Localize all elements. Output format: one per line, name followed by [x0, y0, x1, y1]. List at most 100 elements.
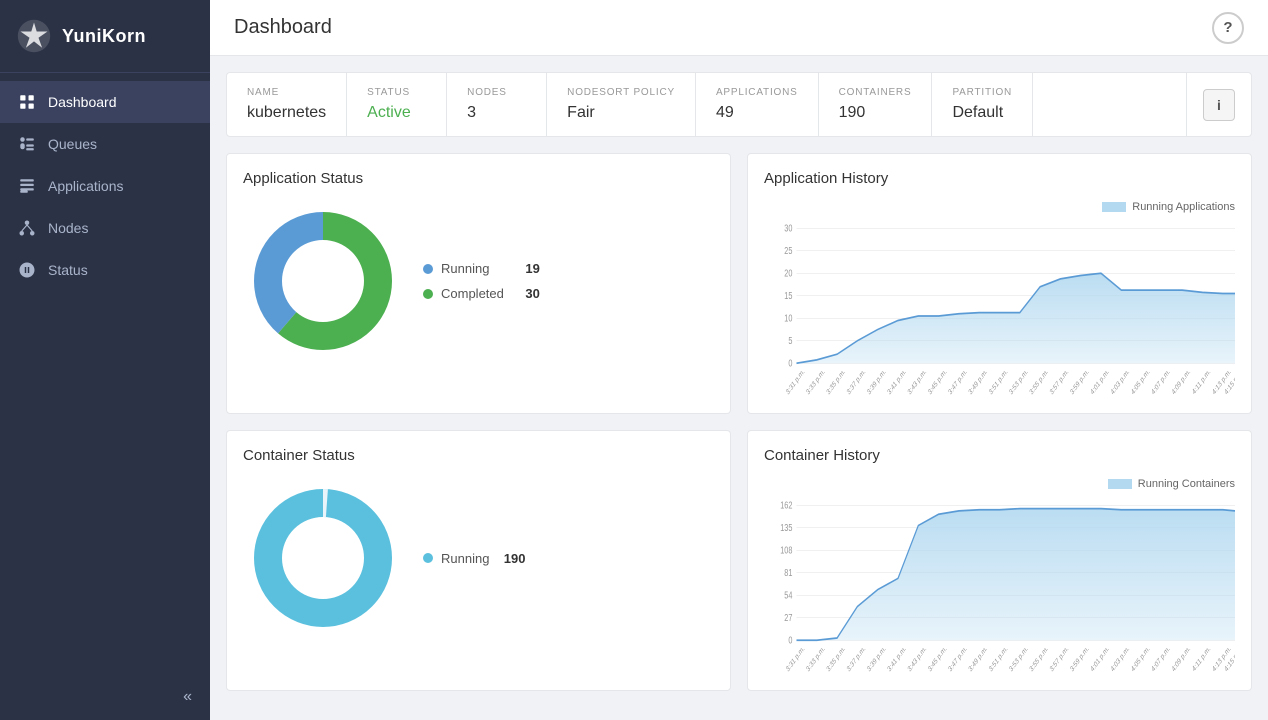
app-status-title: Application Status [243, 170, 714, 187]
svg-text:4:01 p.m.: 4:01 p.m. [1090, 645, 1111, 674]
app-history-legend: Running Applications [764, 201, 1235, 213]
app-history-title: Application History [764, 170, 1235, 187]
sidebar-collapse-button[interactable]: « [0, 674, 210, 720]
container-history-title: Container History [764, 447, 1235, 464]
cluster-info-section: i [1186, 73, 1251, 136]
container-running-count: 190 [497, 551, 525, 566]
container-status-legend: Running 190 [423, 551, 525, 566]
svg-text:3:35 p.m.: 3:35 p.m. [826, 368, 847, 397]
running-dot [423, 264, 433, 274]
app-status-legend: Running 19 Completed 30 [423, 261, 540, 301]
container-status-content: Running 190 [243, 478, 714, 638]
cluster-name-label: NAME [247, 87, 326, 98]
container-running-label: Running [441, 551, 489, 566]
svg-text:108: 108 [780, 544, 792, 555]
sidebar-item-dashboard[interactable]: Dashboard [0, 81, 210, 123]
svg-text:3:39 p.m.: 3:39 p.m. [866, 645, 887, 674]
svg-text:3:33 p.m.: 3:33 p.m. [805, 645, 826, 674]
svg-text:3:55 p.m.: 3:55 p.m. [1029, 645, 1050, 674]
svg-text:4:03 p.m.: 4:03 p.m. [1110, 368, 1131, 397]
cluster-info-button[interactable]: i [1203, 89, 1235, 121]
svg-text:3:43 p.m.: 3:43 p.m. [907, 645, 928, 674]
svg-text:3:57 p.m.: 3:57 p.m. [1049, 645, 1070, 674]
legend-label: Running Applications [1132, 201, 1235, 213]
svg-text:81: 81 [784, 567, 792, 578]
svg-text:4:09 p.m.: 4:09 p.m. [1171, 368, 1192, 397]
svg-text:3:59 p.m.: 3:59 p.m. [1069, 368, 1090, 397]
cluster-bar: NAME kubernetes STATUS Active NODES 3 NO… [226, 72, 1252, 137]
sidebar: YuniKorn Dashboard Queues [0, 0, 210, 720]
container-running-dot [423, 553, 433, 563]
sidebar-app-name: YuniKorn [62, 26, 146, 47]
svg-text:3:53 p.m.: 3:53 p.m. [1009, 645, 1030, 674]
sidebar-item-applications[interactable]: Applications [0, 165, 210, 207]
svg-text:4:03 p.m.: 4:03 p.m. [1110, 645, 1131, 674]
running-count: 19 [512, 261, 540, 276]
cluster-status-label: STATUS [367, 87, 426, 98]
svg-text:3:31 p.m.: 3:31 p.m. [785, 645, 806, 674]
cluster-status-field: STATUS Active [347, 73, 447, 136]
svg-text:3:43 p.m.: 3:43 p.m. [907, 368, 928, 397]
app-history-chart: 0 5 10 15 20 25 30 [764, 217, 1235, 397]
completed-dot [423, 289, 433, 299]
app-history-svg: 0 5 10 15 20 25 30 [764, 217, 1235, 397]
container-status-title: Container Status [243, 447, 714, 464]
svg-text:54: 54 [784, 589, 792, 600]
svg-text:30: 30 [784, 222, 792, 233]
cluster-apps-value: 49 [716, 104, 798, 122]
svg-text:10: 10 [784, 312, 792, 323]
svg-text:5: 5 [788, 335, 792, 346]
sidebar-item-label: Queues [48, 136, 97, 152]
cluster-containers-value: 190 [839, 104, 912, 122]
svg-text:3:33 p.m.: 3:33 p.m. [805, 368, 826, 397]
app-status-donut-svg [243, 201, 403, 361]
cluster-partition-field: PARTITION Default [932, 73, 1033, 136]
container-area-fill [796, 509, 1235, 641]
applications-icon [18, 177, 36, 195]
sidebar-item-nodes[interactable]: Nodes [0, 207, 210, 249]
svg-text:3:47 p.m.: 3:47 p.m. [948, 368, 969, 397]
cluster-nodesort-value: Fair [567, 104, 675, 122]
svg-text:3:49 p.m.: 3:49 p.m. [968, 645, 989, 674]
container-legend-label: Running Containers [1138, 478, 1235, 490]
sidebar-logo: YuniKorn [0, 0, 210, 73]
cluster-partition-label: PARTITION [952, 87, 1012, 98]
svg-text:3:59 p.m.: 3:59 p.m. [1069, 645, 1090, 674]
svg-text:3:49 p.m.: 3:49 p.m. [968, 368, 989, 397]
cluster-nodes-field: NODES 3 [447, 73, 547, 136]
svg-text:4:05 p.m.: 4:05 p.m. [1130, 645, 1151, 674]
sidebar-item-label: Nodes [48, 220, 88, 236]
topbar: Dashboard ? [210, 0, 1268, 56]
running-label: Running [441, 261, 489, 276]
legend-running: Running 19 [423, 261, 540, 276]
main-content: Dashboard ? NAME kubernetes STATUS Activ… [210, 0, 1268, 720]
sidebar-item-queues[interactable]: Queues [0, 123, 210, 165]
sidebar-item-label: Dashboard [48, 94, 117, 110]
svg-text:135: 135 [780, 522, 792, 533]
sidebar-item-label: Status [48, 262, 88, 278]
svg-text:162: 162 [780, 499, 792, 510]
svg-text:3:51 p.m.: 3:51 p.m. [988, 645, 1009, 674]
sidebar-item-status[interactable]: Status [0, 249, 210, 291]
svg-text:3:35 p.m.: 3:35 p.m. [826, 645, 847, 674]
cluster-containers-label: CONTAINERS [839, 87, 912, 98]
app-history-card: Application History Running Applications… [747, 153, 1252, 414]
svg-text:20: 20 [784, 267, 792, 278]
cluster-nodes-label: NODES [467, 87, 526, 98]
legend-rect [1102, 202, 1126, 212]
svg-text:0: 0 [788, 357, 792, 368]
svg-text:3:39 p.m.: 3:39 p.m. [866, 368, 887, 397]
help-button[interactable]: ? [1212, 12, 1244, 44]
svg-text:4:09 p.m.: 4:09 p.m. [1171, 645, 1192, 674]
cluster-nodesort-field: NODESORT POLICY Fair [547, 73, 696, 136]
svg-text:3:55 p.m.: 3:55 p.m. [1029, 368, 1050, 397]
svg-text:4:07 p.m.: 4:07 p.m. [1151, 645, 1172, 674]
app-status-content: Running 19 Completed 30 [243, 201, 714, 361]
cluster-partition-value: Default [952, 104, 1012, 122]
svg-text:3:57 p.m.: 3:57 p.m. [1049, 368, 1070, 397]
container-status-card: Container Status Running 190 [226, 430, 731, 691]
app-status-donut [243, 201, 403, 361]
svg-text:3:53 p.m.: 3:53 p.m. [1009, 368, 1030, 397]
cluster-apps-label: APPLICATIONS [716, 87, 798, 98]
queues-icon [18, 135, 36, 153]
